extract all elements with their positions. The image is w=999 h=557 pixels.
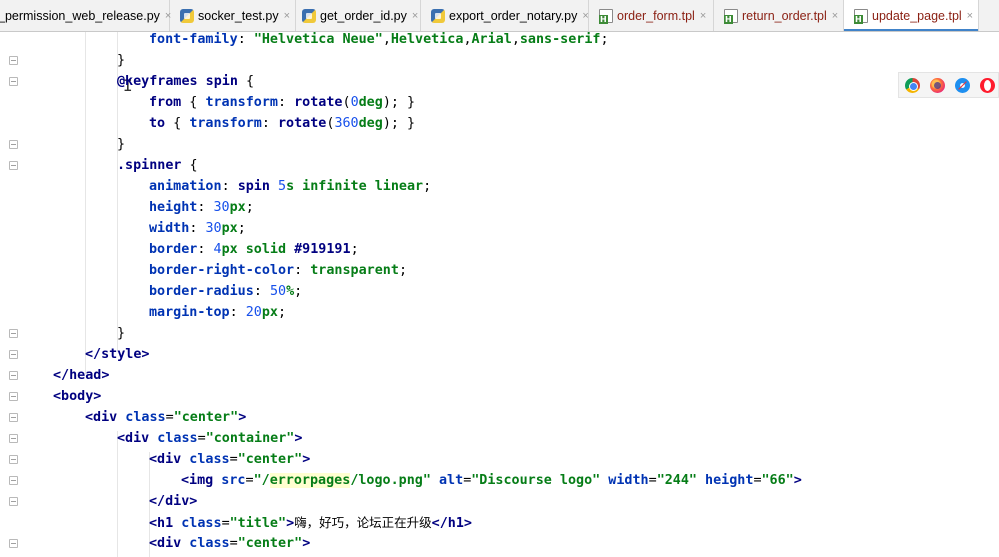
tab-label: order_form.tpl [617, 8, 695, 23]
code-line: <div class="container"> [117, 431, 303, 446]
python-file-icon [431, 8, 445, 23]
tab-label: _permission_web_release.py [0, 8, 160, 23]
fold-marker-icon[interactable] [9, 140, 18, 149]
code-line: to { transform: rotate(360deg); } [149, 116, 416, 131]
safari-icon[interactable] [955, 77, 970, 93]
fold-marker-icon[interactable] [9, 329, 18, 338]
tab-update-page[interactable]: update_page.tpl × [844, 0, 979, 31]
code-line: @keyframes spin { [117, 74, 255, 89]
fold-marker-icon[interactable] [9, 539, 18, 548]
template-file-icon [854, 8, 868, 24]
code-line: <div class="center"> [149, 452, 311, 467]
code-line: <div class="center"> [149, 536, 311, 551]
fold-marker-icon[interactable] [9, 350, 18, 359]
close-icon[interactable]: × [582, 10, 588, 22]
python-file-icon [302, 8, 316, 23]
fold-marker-icon[interactable] [9, 392, 18, 401]
fold-marker-icon[interactable] [9, 161, 18, 170]
code-line: border-right-color: transparent; [149, 263, 407, 278]
tab-label: export_order_notary.py [449, 8, 578, 23]
code-line: margin-top: 20px; [149, 305, 287, 320]
tab-socker-test[interactable]: socker_test.py × [170, 0, 296, 31]
code-editor[interactable]: font-family: "Helvetica Neue",Helvetica,… [26, 32, 999, 557]
tab-label: update_page.tpl [872, 8, 962, 23]
tab-get-order-id[interactable]: get_order_id.py × [296, 0, 421, 31]
fold-marker-icon[interactable] [9, 371, 18, 380]
code-line: .spinner { [117, 158, 198, 173]
code-line: </style> [85, 347, 150, 362]
fold-marker-icon[interactable] [9, 413, 18, 422]
tab-order-form[interactable]: order_form.tpl × [589, 0, 714, 31]
template-file-icon [599, 8, 613, 24]
close-icon[interactable]: × [284, 10, 290, 22]
close-icon[interactable]: × [700, 10, 706, 22]
python-file-icon [180, 8, 194, 23]
code-line: font-family: "Helvetica Neue",Helvetica,… [149, 32, 609, 47]
editor-tab-bar: _permission_web_release.py × socker_test… [0, 0, 999, 32]
fold-marker-icon[interactable] [9, 476, 18, 485]
code-line: animation: spin 5s infinite linear; [149, 179, 432, 194]
code-line: <img src="/errorpages/logo.png" alt="Dis… [181, 473, 802, 488]
fold-marker-icon[interactable] [9, 455, 18, 464]
close-icon[interactable]: × [412, 10, 418, 22]
editor-gutter [0, 32, 26, 557]
chrome-icon[interactable] [905, 77, 920, 93]
close-icon[interactable]: × [832, 10, 838, 22]
code-line: <h1 class="title">嗨，好巧，论坛正在升级</h1> [149, 515, 472, 531]
tab-return-order[interactable]: return_order.tpl × [714, 0, 844, 31]
code-line: <body> [53, 389, 102, 404]
tab-label: socker_test.py [198, 8, 279, 23]
tab-permission-web-release[interactable]: _permission_web_release.py × [0, 0, 171, 31]
fold-marker-icon[interactable] [9, 77, 18, 86]
fold-marker-icon[interactable] [9, 497, 18, 506]
firefox-icon[interactable] [930, 77, 945, 93]
code-line: <div class="center"> [85, 410, 247, 425]
tab-label: get_order_id.py [320, 8, 407, 23]
code-line: width: 30px; [149, 221, 246, 236]
code-line: } [117, 137, 126, 152]
fold-marker-icon[interactable] [9, 56, 18, 65]
opera-icon[interactable] [980, 77, 995, 93]
code-line: border-radius: 50%; [149, 284, 303, 299]
code-line: } [117, 53, 126, 68]
code-line: </div> [149, 494, 198, 509]
code-line: from { transform: rotate(0deg); } [149, 95, 416, 110]
code-line: height: 30px; [149, 200, 254, 215]
close-icon[interactable]: × [967, 10, 973, 22]
code-line: } [117, 326, 126, 341]
code-line: border: 4px solid #919191; [149, 242, 359, 257]
browser-preview-toolbar [898, 72, 999, 98]
tab-label: return_order.tpl [742, 8, 827, 23]
code-line: </head> [53, 368, 110, 383]
fold-marker-icon[interactable] [9, 434, 18, 443]
tab-export-order-notary[interactable]: export_order_notary.py × [421, 0, 589, 31]
template-file-icon [724, 8, 738, 24]
